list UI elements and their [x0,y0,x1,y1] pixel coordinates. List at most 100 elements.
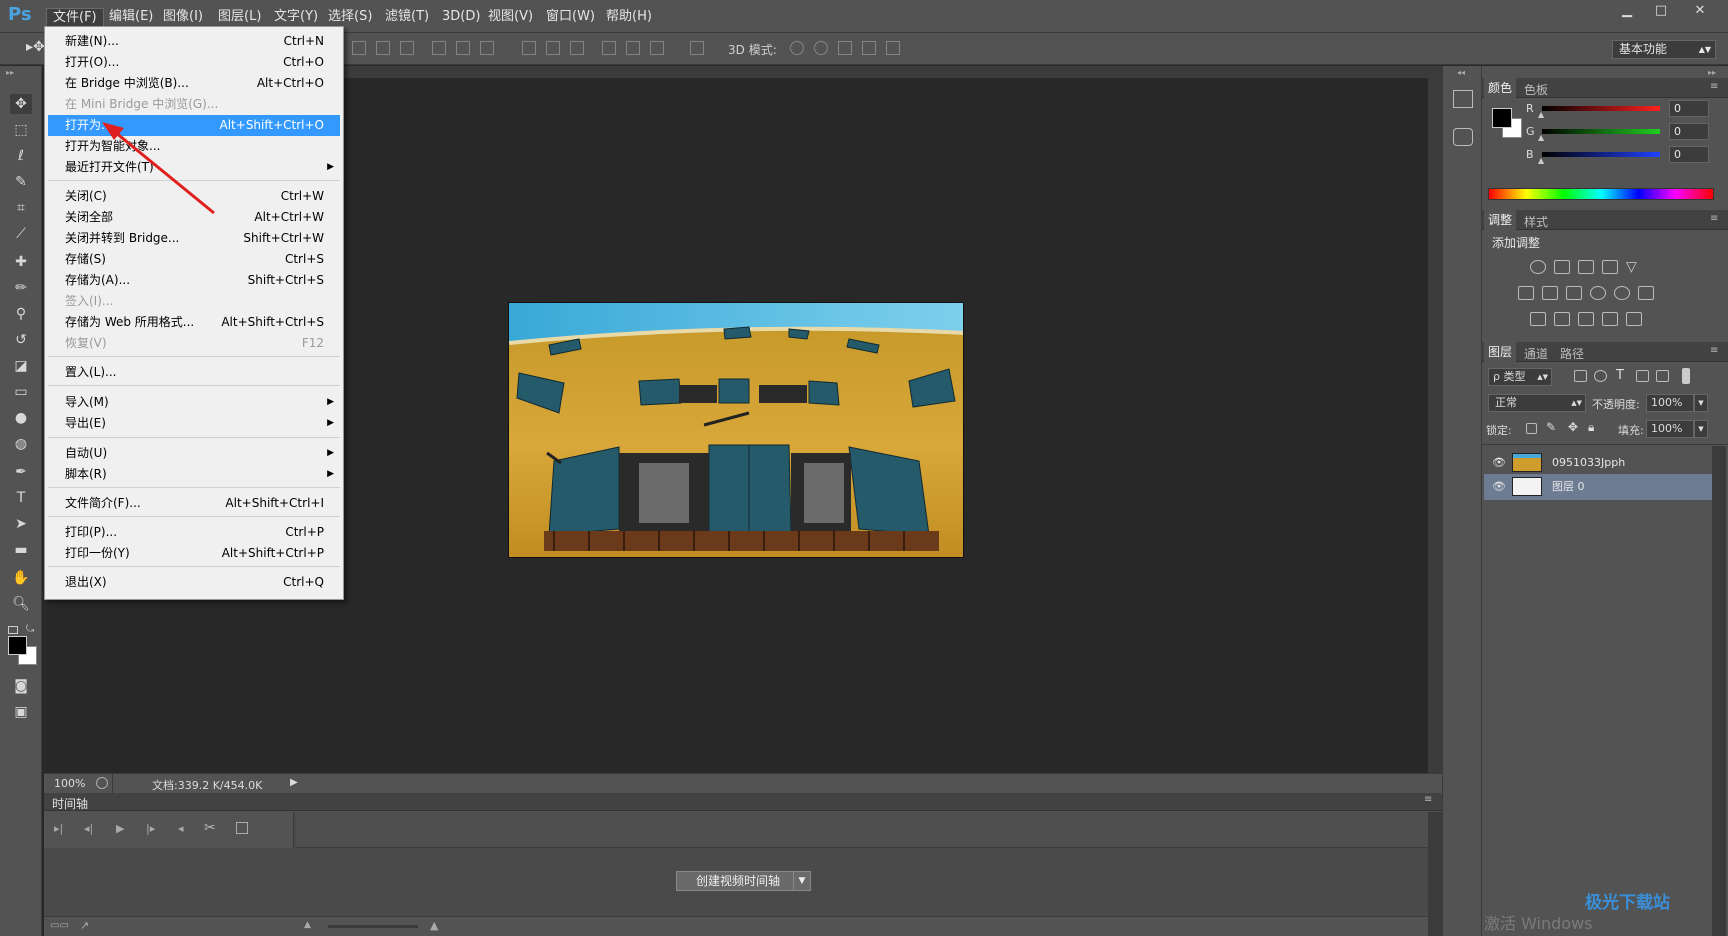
curves-icon[interactable] [1578,260,1594,274]
render-video-icon[interactable]: ↗ [80,919,89,932]
previous-frame-icon[interactable]: ◂| [84,822,93,835]
gradient-tool-icon[interactable]: ▭ [10,382,32,402]
tab-adjustments[interactable]: 调整 [1484,210,1517,230]
channel-slider-handle[interactable]: ▲ [1538,110,1544,119]
hue-saturation-icon[interactable] [1518,286,1534,300]
crop-tool-icon[interactable]: ⌗ [10,198,32,218]
color-panel-menu-icon[interactable]: ≡ [1710,81,1718,92]
color-spectrum-bar[interactable] [1488,188,1714,200]
lock-pixels-icon[interactable]: ✎ [1546,420,1556,434]
timeline-panel-menu-icon[interactable]: ≡ [1424,794,1432,805]
channel-slider[interactable] [1542,106,1660,111]
menu-5[interactable]: 选择(S) [322,8,378,28]
menu-8[interactable]: 视图(V) [482,8,539,28]
tab-color[interactable]: 颜色 [1484,78,1517,98]
distribute-bottom-icon[interactable] [570,41,584,55]
file-menu-item[interactable]: 关闭全部 Alt+Ctrl+W [48,207,340,228]
exposure-icon[interactable] [1602,260,1618,274]
file-menu-item[interactable]: 存储为(A)... Shift+Ctrl+S [48,270,340,291]
align-middle-icon[interactable] [456,41,470,55]
zoom-out-timeline-icon[interactable]: ▲ [304,920,311,930]
distribute-top-icon[interactable] [522,41,536,55]
filter-pixel-icon[interactable] [1574,370,1587,382]
status-menu-arrow-icon[interactable]: ▶ [290,777,298,788]
auto-align-icon[interactable] [690,41,704,55]
visibility-eye-icon[interactable]: 👁︎ [1492,450,1506,476]
pen-tool-icon[interactable]: ✒ [10,462,32,482]
lock-all-icon[interactable]: 🔒︎ [1588,420,1594,435]
adjustments-panel-menu-icon[interactable]: ≡ [1710,213,1718,224]
lock-transparent-icon[interactable] [1526,423,1537,434]
3d-pan-icon[interactable] [838,41,852,55]
gradient-map-icon[interactable] [1626,312,1642,326]
blend-mode-select[interactable]: 正常 ▲▼ [1488,394,1586,412]
go-to-first-frame-icon[interactable]: ▸| [54,822,63,835]
threshold-icon[interactable] [1578,312,1594,326]
tab-styles[interactable]: 样式 [1520,213,1552,230]
menu-6[interactable]: 滤镜(T) [379,8,435,28]
distribute-right-icon[interactable] [650,41,664,55]
tab-channels[interactable]: 通道 [1520,345,1552,362]
vibrance-icon[interactable]: ▽ [1626,260,1642,274]
opacity-dropdown-icon[interactable]: ▼ [1694,394,1708,412]
menu-4[interactable]: 文字(Y) [268,8,324,28]
tab-swatches[interactable]: 色板 [1520,81,1552,98]
create-video-timeline-button[interactable]: 创建视频时间轴 [676,871,800,891]
file-menu-item[interactable]: 在 Mini Bridge 中浏览(G)... [48,94,340,115]
black-white-icon[interactable] [1566,286,1582,300]
timeline-zoom-slider[interactable] [328,925,418,928]
channel-slider[interactable] [1542,129,1660,134]
3d-rotate-icon[interactable] [790,41,804,55]
menu-9[interactable]: 窗口(W) [540,8,601,28]
photo-filter-icon[interactable] [1590,286,1606,300]
lasso-tool-icon[interactable]: ℓ [10,146,32,166]
file-menu-item[interactable]: 文件简介(F)... Alt+Shift+Ctrl+I [48,493,340,514]
levels-icon[interactable] [1554,260,1570,274]
swap-colors-icon[interactable]: ⤿ [26,624,34,635]
layer-filter-select[interactable]: ρ 类型 ▲▼ [1488,368,1552,386]
foreground-color-swatch[interactable] [8,636,27,655]
history-brush-tool-icon[interactable]: ↺ [10,330,32,350]
zoom-level[interactable]: 100% [54,777,85,790]
align-bottom-icon[interactable] [480,41,494,55]
audio-icon[interactable]: ◂ [178,822,184,835]
transition-icon[interactable] [236,822,248,834]
stamp-tool-icon[interactable]: ⚲ [10,304,32,324]
frame-animation-icon[interactable]: ▭▭ [50,920,69,931]
collapse-toolbar-icon[interactable]: ▸▸ [6,68,14,77]
hand-tool-icon[interactable]: ✋ [10,568,32,588]
document-image[interactable] [508,302,964,558]
properties-panel-icon[interactable] [1453,128,1473,146]
align-center-icon[interactable] [376,41,390,55]
eyedropper-tool-icon[interactable]: ⟋ [10,224,32,244]
layers-scrollbar[interactable] [1712,446,1726,936]
tab-paths[interactable]: 路径 [1556,345,1588,362]
filter-smart-object-icon[interactable] [1656,370,1669,382]
file-menu-item[interactable]: 自动(U) ▶ [48,443,340,464]
posterize-icon[interactable] [1554,312,1570,326]
file-menu-item[interactable]: 新建(N)... Ctrl+N [48,31,340,52]
color-fg-swatch[interactable] [1492,108,1512,128]
quick-mask-icon[interactable]: ◙ [10,676,32,696]
timeline-mode-dropdown-icon[interactable]: ▼ [793,871,811,891]
proof-icon[interactable] [96,777,108,789]
menu-2[interactable]: 图像(I) [157,8,209,28]
timeline-scrollbar[interactable] [1428,812,1442,936]
healing-brush-tool-icon[interactable]: ✚ [10,252,32,272]
file-menu-item[interactable]: 导入(M) ▶ [48,392,340,413]
file-menu-item[interactable]: 脚本(R) ▶ [48,464,340,485]
layer-row[interactable]: 👁︎ 图层 0 [1484,474,1712,500]
path-select-tool-icon[interactable]: ➤ [10,514,32,534]
channel-value-input[interactable]: 0 [1669,123,1709,140]
vertical-scrollbar[interactable] [1428,66,1442,773]
collapse-dock-icon[interactable]: ◂◂ [1457,68,1465,77]
opacity-input[interactable]: 100% [1646,394,1694,412]
fill-input[interactable]: 100% [1646,420,1694,438]
workspace-select[interactable]: 基本功能 ▲▼ [1612,40,1716,59]
collapse-panels-icon[interactable]: ▸▸ [1708,68,1716,77]
filter-shape-icon[interactable] [1636,370,1649,382]
invert-icon[interactable] [1530,312,1546,326]
file-menu-item[interactable]: 签入(I)... [48,291,340,312]
filter-toggle-switch[interactable] [1682,368,1690,384]
file-menu-item[interactable]: 导出(E) ▶ [48,413,340,434]
